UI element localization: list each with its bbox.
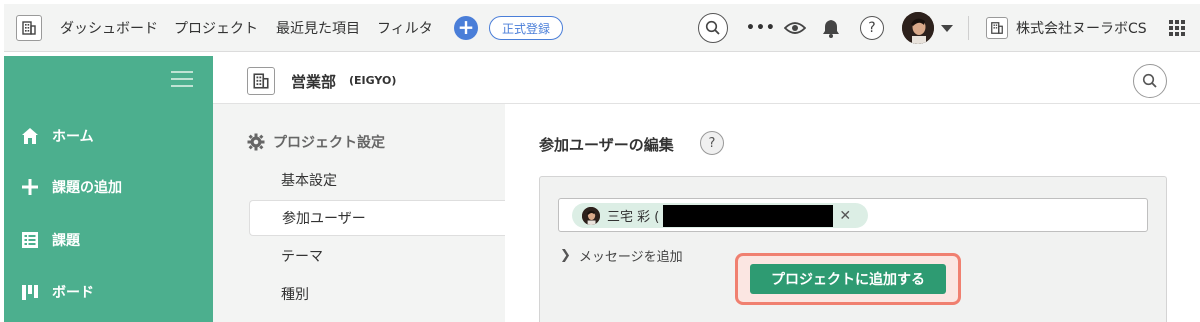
separator: [968, 16, 969, 40]
caret-down-icon: [941, 25, 953, 32]
add-member-panel: 三宅 彩 ( ✕ ❯ メッセージを追加 プロジェクトに追加する: [539, 176, 1167, 322]
avatar: [902, 12, 934, 44]
add-message-toggle[interactable]: ❯ メッセージを追加: [560, 246, 683, 265]
sidebar-item-board[interactable]: ボード: [4, 272, 213, 312]
page-title: 参加ユーザーの編集: [539, 136, 674, 154]
search-button[interactable]: [698, 4, 728, 52]
settings-item-members[interactable]: 参加ユーザー: [249, 200, 505, 236]
apps-grid-button[interactable]: [1168, 4, 1186, 52]
board-icon: [20, 282, 40, 302]
project-header: 営業部 (EIGYO): [213, 56, 1200, 104]
avatar: [582, 206, 600, 225]
sidebar-item-home[interactable]: ホーム: [4, 116, 213, 156]
building-icon: [986, 17, 1008, 39]
sidebar-item-label: 課題の追加: [52, 180, 122, 196]
add-message-label: メッセージを追加: [578, 250, 683, 265]
chip-remove-icon[interactable]: ✕: [839, 208, 851, 224]
sidebar-item-issues[interactable]: 課題: [4, 220, 213, 260]
user-menu[interactable]: [902, 4, 954, 52]
register-badge: 正式登録: [489, 16, 564, 40]
settings-item-types[interactable]: 種別: [249, 276, 505, 312]
plus-icon: +: [454, 16, 478, 40]
settings-nav-heading: プロジェクト設定: [247, 132, 385, 152]
org-switcher[interactable]: 株式会社ヌーラボCS: [986, 4, 1147, 52]
chevron-right-icon: ❯: [560, 248, 571, 263]
menu-toggle[interactable]: [171, 70, 193, 92]
nav-dashboard[interactable]: ダッシュボード: [60, 4, 158, 52]
project-title[interactable]: 営業部: [291, 71, 336, 92]
more-menu[interactable]: •••: [746, 4, 776, 52]
settings-item-basic[interactable]: 基本設定: [249, 162, 505, 198]
redaction-bar: [663, 204, 834, 227]
help-button[interactable]: ?: [860, 4, 884, 52]
sidebar-item-label: 課題: [52, 233, 80, 249]
org-name: 株式会社ヌーラボCS: [1016, 21, 1147, 37]
settings-nav-title: プロジェクト設定: [273, 135, 385, 151]
settings-nav: プロジェクト設定 基本設定 参加ユーザー テーマ 種別: [213, 104, 505, 322]
building-icon: [16, 15, 42, 41]
plus-icon: [20, 177, 40, 197]
sidebar-item-add-issue[interactable]: 課題の追加: [4, 167, 213, 207]
user-search-input[interactable]: 三宅 彩 ( ✕: [558, 198, 1148, 232]
nav-filter[interactable]: フィルタ: [377, 4, 433, 52]
notification-button[interactable]: [822, 4, 840, 52]
top-bar: ダッシュボード プロジェクト 最近見た項目 フィルタ + 正式登録 ••• ? …: [4, 4, 1200, 52]
main-content: 参加ユーザーの編集 ? 三宅 彩 ( ✕ ❯ メッセージを追加 プロジェクトに追…: [505, 104, 1200, 322]
gear-icon: [247, 133, 265, 151]
highlight-frame: プロジェクトに追加する: [735, 253, 961, 305]
search-icon: [1142, 73, 1157, 88]
register-button[interactable]: 正式登録: [489, 4, 564, 52]
watch-button[interactable]: [784, 4, 806, 52]
add-to-project-button[interactable]: プロジェクトに追加する: [750, 264, 946, 294]
home-icon: [20, 126, 40, 146]
search-icon: [698, 13, 728, 43]
help-icon[interactable]: ?: [700, 131, 724, 155]
space-logo[interactable]: [16, 4, 42, 52]
building-icon: [247, 67, 275, 95]
sidebar-item-label: ボード: [52, 285, 94, 301]
project-key: (EIGYO): [349, 74, 397, 87]
sidebar-item-label: ホーム: [52, 129, 94, 145]
nav-projects[interactable]: プロジェクト: [174, 4, 258, 52]
settings-item-theme[interactable]: テーマ: [249, 238, 505, 274]
help-icon: ?: [860, 16, 884, 40]
add-button[interactable]: +: [454, 4, 478, 52]
nav-recent[interactable]: 最近見た項目: [276, 4, 360, 52]
bell-icon: [823, 20, 839, 38]
project-search-button[interactable]: [1133, 64, 1167, 98]
user-chip-name: 三宅 彩 (: [607, 210, 660, 225]
user-chip: 三宅 彩 ( ✕: [572, 203, 868, 228]
list-icon: [20, 230, 40, 250]
grid-icon: [1169, 20, 1185, 36]
eye-icon: [784, 22, 806, 34]
sidebar: ホーム 課題の追加 課題 ボード: [4, 56, 213, 322]
hamburger-icon: [171, 71, 193, 87]
